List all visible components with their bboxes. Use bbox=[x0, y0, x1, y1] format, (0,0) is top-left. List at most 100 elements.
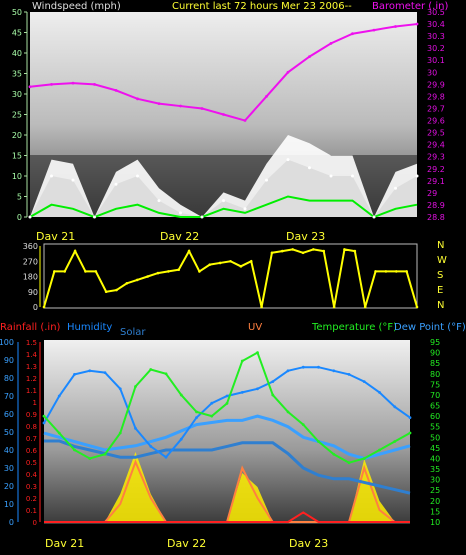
humidity-header: Humidity bbox=[67, 322, 112, 333]
rain-tick-label: 1.5 bbox=[26, 339, 37, 347]
wind-point bbox=[136, 174, 139, 178]
baro-tick-label: 29.3 bbox=[427, 153, 445, 162]
temperature-point bbox=[210, 414, 214, 418]
wind-point bbox=[415, 174, 419, 178]
barometer-point bbox=[394, 25, 397, 28]
rain-tick-label: 0.7 bbox=[26, 435, 37, 443]
dir-tick-label: 90 bbox=[28, 288, 38, 297]
dir-tick-label: 360 bbox=[23, 242, 38, 251]
humidity-point bbox=[149, 445, 153, 448]
temp-tick-label: 25 bbox=[430, 486, 440, 495]
rain-tick-label: 0.4 bbox=[26, 471, 38, 479]
humidity-point bbox=[179, 437, 183, 441]
barometer-point bbox=[136, 97, 139, 101]
humidity-point bbox=[210, 401, 214, 405]
baro-tick-label: 29.4 bbox=[427, 141, 445, 150]
humidity-point bbox=[271, 380, 275, 383]
temperature-point bbox=[134, 385, 137, 388]
wind-point bbox=[243, 207, 247, 211]
day-label: Dav 22 bbox=[167, 537, 206, 550]
direction-point bbox=[363, 305, 367, 309]
barometer-point bbox=[28, 85, 32, 89]
barometer-point bbox=[179, 104, 182, 108]
wind-tick-label: 40 bbox=[12, 49, 22, 58]
temp-tick-label: 20 bbox=[430, 497, 440, 506]
direction-point bbox=[291, 248, 294, 251]
wind-point bbox=[200, 215, 204, 219]
rain-tick-label: 1 bbox=[33, 399, 37, 407]
humidity-point bbox=[240, 391, 244, 394]
rain-tick-label: 0.3 bbox=[26, 483, 37, 491]
wind-point bbox=[50, 174, 53, 178]
windspeed-header: Windspeed (mph) bbox=[32, 1, 121, 12]
humidity-point bbox=[195, 416, 198, 419]
barometer-point bbox=[329, 41, 333, 45]
humidity-point bbox=[225, 394, 229, 398]
baro-tick-label: 29.9 bbox=[427, 80, 445, 89]
direction-point bbox=[343, 248, 346, 251]
barometer-point bbox=[71, 81, 75, 85]
direction-point bbox=[115, 288, 118, 292]
temperature-point bbox=[256, 351, 259, 354]
compass-label: E bbox=[437, 285, 443, 296]
direction-point bbox=[301, 251, 305, 255]
wind-point bbox=[329, 174, 333, 178]
wind-tick-label: 35 bbox=[12, 70, 22, 79]
wind-point bbox=[28, 215, 32, 219]
temp-tick-label: 80 bbox=[430, 370, 440, 379]
temperature-point bbox=[347, 461, 351, 465]
baro-tick-label: 30.4 bbox=[427, 20, 445, 29]
humidity-point bbox=[134, 427, 137, 430]
temperature-point bbox=[378, 448, 381, 452]
temperature-point bbox=[286, 410, 290, 414]
rain-tick-label: 1.4 bbox=[26, 351, 38, 359]
rain-tick-label: 1.3 bbox=[26, 363, 37, 371]
humidity-tick-label: 100 bbox=[0, 338, 14, 347]
wind-point bbox=[265, 178, 268, 182]
barometer-point bbox=[308, 55, 311, 59]
rainfall-header: Rainfall (.in) bbox=[0, 322, 61, 333]
direction-point bbox=[198, 270, 201, 273]
wind-point bbox=[394, 186, 397, 190]
direction-point bbox=[42, 305, 46, 309]
humidity-point bbox=[164, 455, 168, 459]
temperature-point bbox=[42, 414, 46, 418]
wind-tick-label: 50 bbox=[12, 8, 22, 17]
rain-tick-label: 0 bbox=[33, 519, 37, 527]
wind-point bbox=[114, 182, 118, 186]
baro-tick-label: 28.9 bbox=[427, 201, 445, 210]
temperature-point bbox=[103, 452, 107, 456]
direction-point bbox=[281, 249, 284, 253]
direction-point bbox=[104, 290, 108, 294]
direction-point bbox=[167, 270, 170, 273]
humidity-point bbox=[42, 421, 46, 425]
humidity-tick-label: 60 bbox=[4, 410, 14, 419]
rain-tick-label: 0.9 bbox=[26, 411, 37, 419]
temperature-point bbox=[179, 393, 183, 397]
humidity-point bbox=[393, 405, 397, 409]
temperature-point bbox=[332, 452, 336, 456]
baro-tick-label: 29 bbox=[427, 189, 437, 198]
day-label: Dav 23 bbox=[286, 230, 325, 243]
rain-tick-label: 0.2 bbox=[26, 495, 37, 503]
direction-point bbox=[260, 305, 263, 309]
barometer-point bbox=[200, 107, 204, 110]
wind-tick-label: 10 bbox=[12, 172, 22, 181]
day-label: Dav 22 bbox=[160, 230, 199, 243]
temperature-point bbox=[317, 440, 320, 443]
temperature-point bbox=[408, 431, 412, 435]
temperature-point bbox=[301, 423, 305, 426]
direction-point bbox=[146, 275, 149, 278]
direction-point bbox=[322, 249, 326, 253]
compass-label: W bbox=[437, 255, 447, 266]
barometer-point bbox=[93, 82, 96, 86]
wind-point bbox=[93, 215, 96, 219]
direction-point bbox=[229, 259, 232, 263]
temp-tick-label: 35 bbox=[430, 465, 440, 474]
direction-point bbox=[332, 305, 336, 309]
day-label: Dav 21 bbox=[45, 537, 84, 550]
humidity-point bbox=[88, 369, 92, 373]
wind-point bbox=[179, 211, 182, 215]
baro-tick-label: 29.5 bbox=[427, 129, 445, 138]
humidity-tick-label: 40 bbox=[4, 446, 14, 455]
